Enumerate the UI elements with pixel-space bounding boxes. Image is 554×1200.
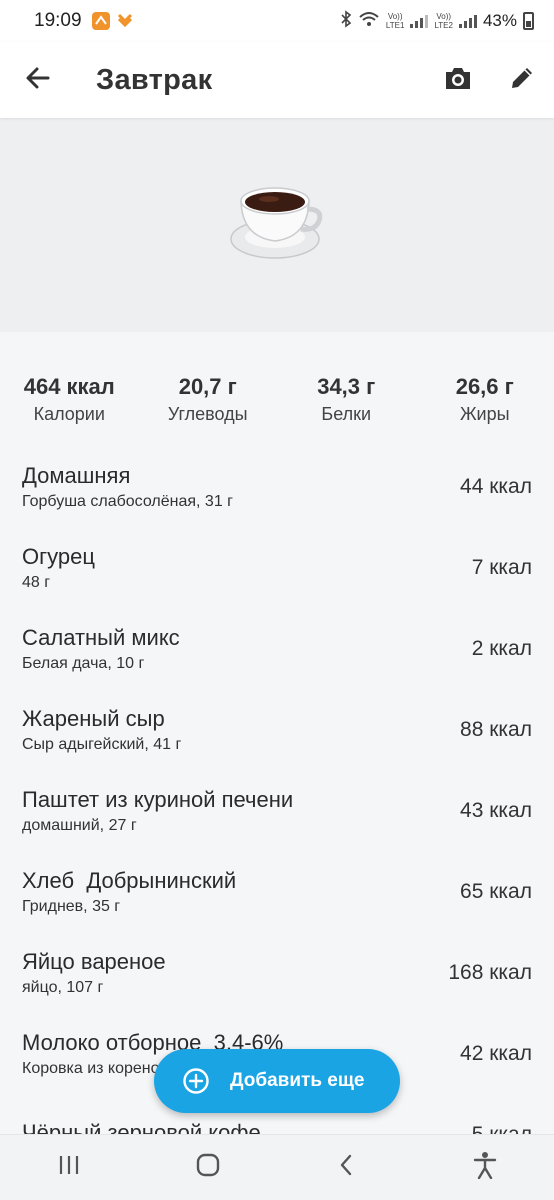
bluetooth-icon <box>340 9 352 33</box>
food-name: Яйцо вареное <box>22 948 166 974</box>
accessibility-icon <box>472 1151 498 1184</box>
back-button[interactable] <box>0 42 76 118</box>
food-details: домашний, 27 г <box>22 816 137 834</box>
food-details: яйцо, 107 г <box>22 978 104 996</box>
food-details: 48 г <box>22 573 51 591</box>
status-bar: 19:09 Vo)) LTE1 Vo)) LTE2 43% <box>0 0 554 42</box>
edit-button[interactable] <box>490 42 554 118</box>
food-calories: 2 ккал <box>471 636 532 660</box>
food-calories: 43 ккал <box>460 798 532 822</box>
add-more-button[interactable]: Добавить еще <box>154 1049 400 1113</box>
sim2-volte: Vo)) <box>436 12 452 21</box>
sim1-indicator: Vo)) LTE1 <box>386 12 405 30</box>
status-time: 19:09 <box>34 10 82 31</box>
nutrition-totals: 464 ккал Калории 20,7 г Углеводы 34,3 г … <box>0 374 554 425</box>
food-calories: 65 ккал <box>460 879 532 903</box>
food-name: Домашняя <box>22 462 131 488</box>
total-fat: 26,6 г Жиры <box>416 374 554 425</box>
food-item[interactable]: Яйцо вареное яйцо, 107 г 168 ккал <box>0 932 554 1013</box>
total-label: Белки <box>321 404 372 424</box>
total-value: 34,3 г <box>317 374 376 399</box>
food-item[interactable]: Домашняя Горбуша слабосолёная, 31 г 44 кк… <box>0 446 554 527</box>
total-value: 20,7 г <box>178 374 237 399</box>
accessibility-button[interactable] <box>445 1135 525 1200</box>
food-item[interactable]: Салатный микс Белая дача, 10 г 2 ккал <box>0 608 554 689</box>
food-details: Горбуша слабосолёная, 31 г <box>22 492 234 510</box>
sim1-volte: Vo)) <box>387 12 403 21</box>
add-more-label: Добавить еще <box>230 1070 365 1091</box>
food-item[interactable]: Хлеб Добрынинский Гриднев, 35 г 65 ккал <box>0 851 554 932</box>
plus-circle-icon <box>182 1067 210 1095</box>
system-nav-bar <box>0 1134 554 1200</box>
food-details: Белая дача, 10 г <box>22 654 145 672</box>
food-item[interactable]: Паштет из куриной печени домашний, 27 г 4… <box>0 770 554 851</box>
app-notification-icon <box>91 12 110 30</box>
total-value: 464 ккал <box>23 374 115 399</box>
total-label: Калории <box>33 404 105 424</box>
sim1-lte: LTE1 <box>385 21 405 30</box>
wifi-icon <box>358 10 380 33</box>
total-calories: 464 ккал Калории <box>0 374 138 425</box>
signal-icon <box>458 14 477 28</box>
signal-icon <box>410 14 429 28</box>
back-icon <box>337 1153 355 1182</box>
total-protein: 34,3 г Белки <box>277 374 415 425</box>
food-details: Гриднев, 35 г <box>22 897 121 915</box>
food-calories: 42 ккал <box>460 1041 532 1065</box>
food-name: Салатный микс <box>22 624 180 650</box>
home-icon <box>195 1152 221 1183</box>
sim2-indicator: Vo)) LTE2 <box>434 12 453 30</box>
arrow-back-icon <box>24 64 52 97</box>
food-calories: 88 ккал <box>460 717 532 741</box>
system-back-button[interactable] <box>306 1135 386 1200</box>
food-name: Огурец <box>22 543 95 569</box>
battery-icon <box>523 12 534 30</box>
recent-apps-icon <box>57 1154 81 1181</box>
food-calories: 7 ккал <box>471 555 532 579</box>
camera-button[interactable] <box>426 42 490 118</box>
coffee-cup-icon <box>229 181 325 270</box>
total-carbs: 20,7 г Углеводы <box>139 374 277 425</box>
page-title: Завтрак <box>96 63 213 96</box>
food-calories: 168 ккал <box>448 960 532 984</box>
recent-apps-button[interactable] <box>29 1135 109 1200</box>
food-item[interactable]: Огурец 48 г 7 ккал <box>0 527 554 608</box>
app-notification-icon <box>116 12 134 30</box>
battery-percent: 43% <box>482 11 517 30</box>
meal-image-area <box>0 118 554 332</box>
total-label: Углеводы <box>167 404 248 424</box>
pencil-icon <box>508 64 536 97</box>
food-name: Жареный сыр <box>22 705 165 731</box>
sim2-lte: LTE2 <box>434 21 453 30</box>
app-bar: Завтрак <box>0 42 554 118</box>
food-calories: 44 ккал <box>460 474 532 498</box>
food-item[interactable]: Жареный сыр Сыр адыгейский, 41 г 88 ккал <box>0 689 554 770</box>
food-details: Сыр адыгейский, 41 г <box>22 735 182 753</box>
home-button[interactable] <box>168 1135 248 1200</box>
food-name: Паштет из куриной печени <box>22 786 294 812</box>
camera-icon <box>443 64 473 97</box>
total-label: Жиры <box>459 404 510 424</box>
food-name: Хлеб Добрынинский <box>22 867 237 893</box>
total-value: 26,6 г <box>455 374 514 399</box>
